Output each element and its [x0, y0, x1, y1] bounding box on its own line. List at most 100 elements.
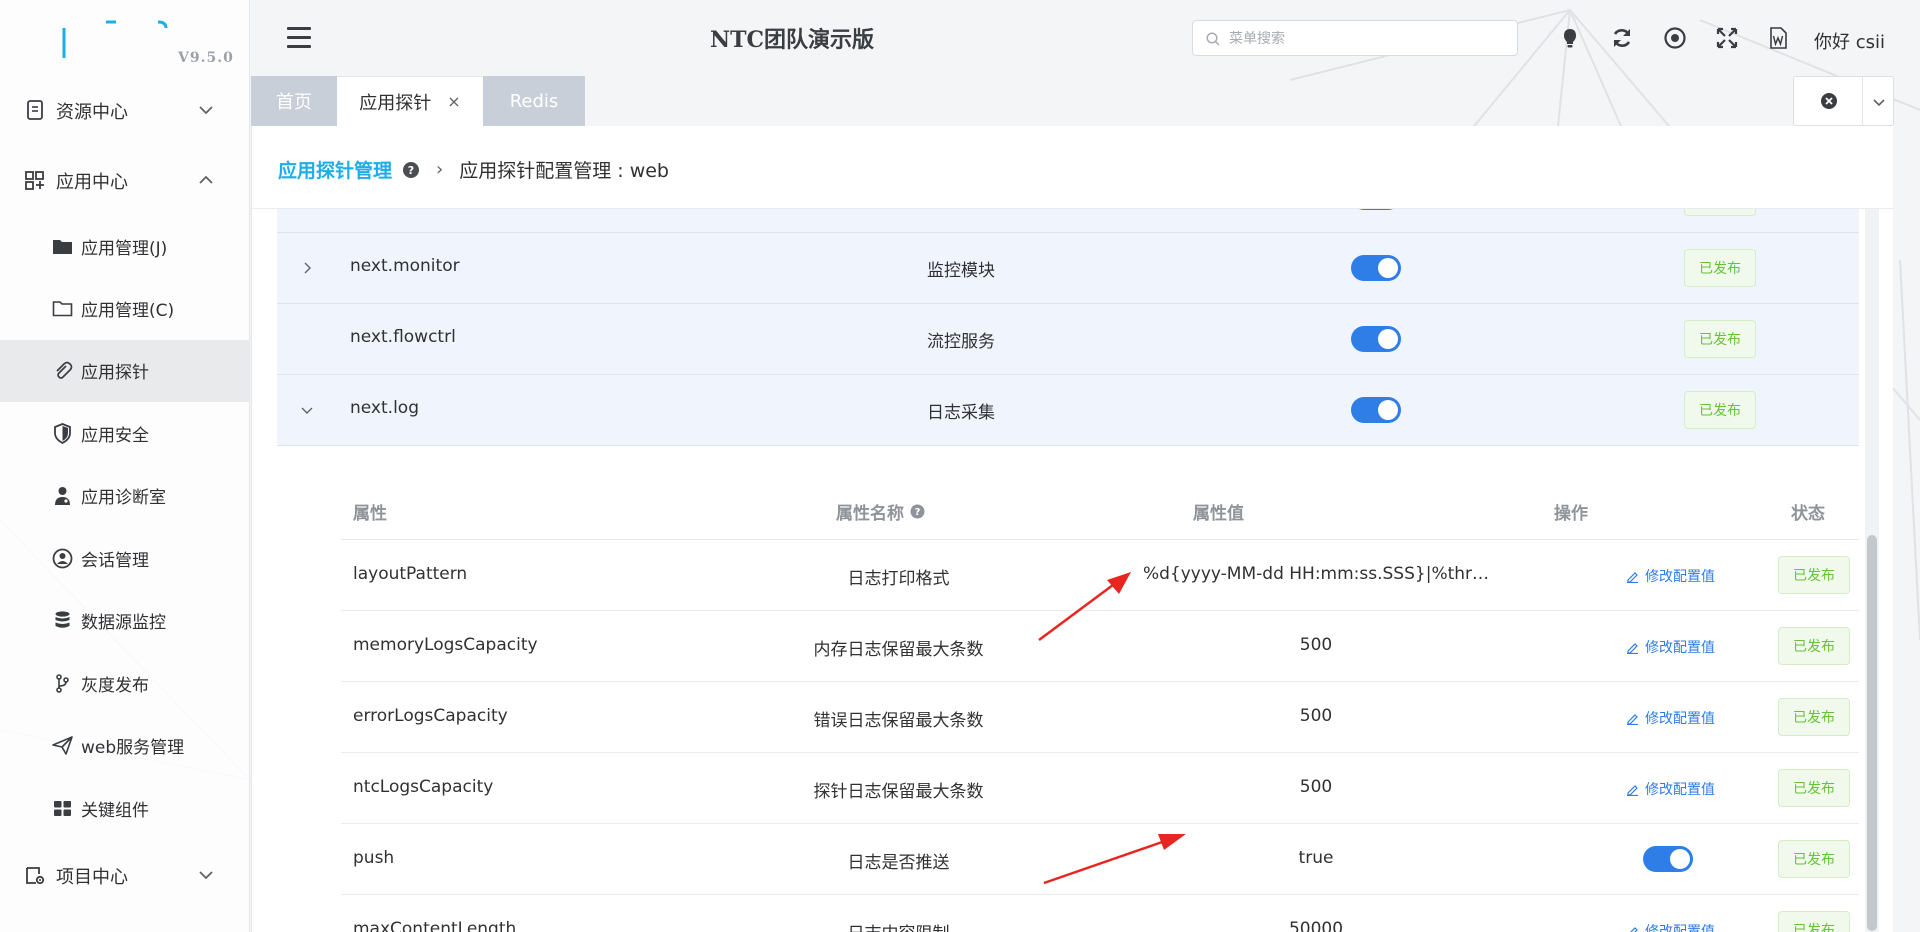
edit-config-button[interactable]: 修改配置值	[1626, 708, 1715, 728]
paper-plane-icon	[52, 736, 73, 755]
attr-key: maxContentLength	[353, 919, 517, 932]
status-badge: 已发布	[1778, 698, 1850, 736]
close-all-tabs-icon[interactable]	[1820, 92, 1838, 110]
folder-filled-icon	[53, 240, 72, 254]
attr-key: errorLogsCapacity	[353, 706, 508, 726]
tab-app-probe[interactable]: 应用探针 ×	[337, 76, 483, 126]
edit-config-button[interactable]: 修改配置值	[1626, 637, 1715, 657]
tab-redis[interactable]: Redis	[483, 76, 585, 126]
sidebar-item-web-service[interactable]: web服务管理	[0, 715, 250, 777]
edit-icon	[1629, 926, 1638, 932]
edit-config-button[interactable]: 修改配置值	[1626, 921, 1715, 932]
tab-label: Redis	[509, 90, 559, 112]
document-icon	[27, 100, 43, 120]
word-doc-icon[interactable]	[1766, 26, 1790, 50]
attr-key: push	[353, 848, 395, 868]
module-key: next.flowctrl	[350, 327, 456, 347]
project-gear-icon	[26, 867, 45, 885]
sidebar-item-session-manage[interactable]: 会话管理	[0, 528, 250, 590]
sidebar-item-gray-release[interactable]: 灰度发布	[0, 653, 250, 715]
attr-key: layoutPattern	[353, 564, 468, 584]
menu-group-label: 资源中心	[56, 102, 128, 123]
help-icon[interactable]: ?	[402, 161, 420, 179]
tab-close-icon[interactable]: ×	[447, 92, 460, 111]
annotation-arrow	[1043, 834, 1186, 885]
menu-group-resource-center[interactable]: 资源中心	[0, 80, 250, 142]
status-badge: 已发布	[1778, 627, 1850, 665]
logo: V9.5.0	[0, 0, 249, 78]
status-badge: 已发布	[1778, 911, 1850, 932]
refresh-icon[interactable]	[1610, 26, 1634, 50]
fullscreen-icon[interactable]	[1715, 26, 1739, 50]
status-badge: 已发布	[1684, 391, 1756, 429]
user-circle-icon	[52, 548, 73, 569]
status-badge: 已发布	[1684, 320, 1756, 358]
sidebar-item-key-components[interactable]: 关键组件	[0, 778, 250, 840]
attr-name: 探针日志保留最大条数	[813, 782, 984, 802]
menu-group-project-center[interactable]: 项目中心	[0, 845, 250, 907]
breadcrumb-separator: ›	[436, 159, 444, 180]
branch-icon	[56, 674, 69, 693]
column-header-name: 属性名称 ?	[836, 499, 925, 524]
module-name: 监控模块	[927, 261, 995, 281]
module-row-monitor[interactable]: next.monitor 监控模块 已发布	[277, 233, 1859, 304]
module-row-log[interactable]: next.log 日志采集 已发布	[277, 375, 1859, 446]
attr-name: 错误日志保留最大条数	[813, 711, 984, 731]
breadcrumb-root[interactable]: 应用探针管理	[278, 156, 392, 183]
table-row-partial	[277, 209, 1859, 233]
sidebar-item-app-probe[interactable]: 应用探针	[0, 340, 250, 402]
menu-group-app-center[interactable]: 应用中心	[0, 150, 250, 212]
enable-switch[interactable]	[1351, 255, 1401, 281]
breadcrumb-current: 应用探针配置管理 : web	[459, 160, 669, 182]
edit-config-label: 修改配置值	[1645, 569, 1715, 585]
target-icon[interactable]	[1663, 26, 1687, 50]
chevron-down-icon	[199, 106, 213, 115]
edit-config-label: 修改配置值	[1645, 924, 1715, 932]
sidebar-item-datasource-monitor[interactable]: 数据源监控	[0, 590, 250, 652]
divider	[1862, 77, 1863, 125]
tab-label: 应用探针	[359, 92, 432, 114]
menu-search-box[interactable]	[1192, 20, 1518, 56]
edit-config-button[interactable]: 修改配置值	[1626, 779, 1715, 799]
bulb-icon[interactable]	[1558, 26, 1582, 50]
edit-config-button[interactable]: 修改配置值	[1626, 566, 1715, 586]
scrollbar-thumb[interactable]	[1867, 535, 1877, 931]
content-panel: 应用探针管理 ? › 应用探针配置管理 : web next.monitor 监…	[251, 126, 1894, 932]
sidebar-item-label: 数据源监控	[81, 613, 166, 633]
breadcrumb: 应用探针管理 ? › 应用探针配置管理 : web	[278, 156, 669, 183]
hamburger-menu-icon[interactable]	[287, 27, 311, 49]
chevron-down-icon	[199, 871, 213, 880]
module-key: next.monitor	[350, 256, 460, 276]
help-icon[interactable]: ?	[910, 504, 925, 519]
sidebar-item-app-diagnosis[interactable]: 应用诊断室	[0, 465, 250, 527]
sidebar-item-app-manage-j[interactable]: 应用管理(J)	[0, 216, 250, 278]
chevron-right-icon[interactable]	[299, 260, 315, 276]
user-greeting[interactable]: 你好 csii	[1814, 28, 1885, 54]
edit-config-label: 修改配置值	[1645, 711, 1715, 727]
enable-switch[interactable]	[1351, 209, 1401, 210]
module-row-flowctrl[interactable]: next.flowctrl 流控服务 已发布	[277, 304, 1859, 375]
chevron-down-icon[interactable]	[1871, 94, 1887, 110]
attr-key: ntcLogsCapacity	[353, 777, 494, 797]
enable-switch[interactable]	[1351, 326, 1401, 352]
edit-icon	[1627, 642, 1638, 654]
edit-config-label: 修改配置值	[1645, 640, 1715, 656]
vertical-scrollbar[interactable]	[1865, 209, 1879, 932]
sidebar-item-app-security[interactable]: 应用安全	[0, 403, 250, 465]
grid-tiles-icon	[54, 801, 71, 816]
search-input[interactable]	[1229, 28, 1509, 50]
table-row: errorLogsCapacity 错误日志保留最大条数 500 修改配置值 已…	[341, 682, 1859, 753]
app-title: NTC团队演示版	[710, 27, 874, 53]
column-header-value: 属性值	[1193, 504, 1244, 524]
table-row: ntcLogsCapacity 探针日志保留最大条数 500 修改配置值 已发布	[341, 753, 1859, 824]
tab-actions	[1793, 76, 1894, 126]
sidebar-item-label: web服务管理	[81, 738, 185, 758]
chevron-down-icon[interactable]	[299, 402, 315, 418]
shield-icon	[54, 423, 71, 444]
attr-name: 日志内容限制	[701, 919, 1096, 932]
tab-home[interactable]: 首页	[251, 76, 337, 126]
enable-switch[interactable]	[1351, 397, 1401, 423]
push-switch[interactable]	[1643, 846, 1693, 872]
tab-label: 首页	[276, 92, 312, 113]
sidebar-item-app-manage-c[interactable]: 应用管理(C)	[0, 278, 250, 340]
